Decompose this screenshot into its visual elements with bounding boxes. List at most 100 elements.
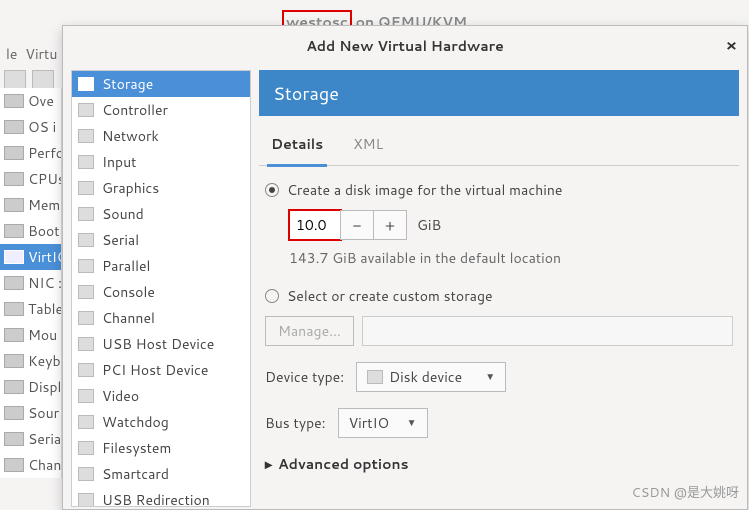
category-icon [78, 129, 94, 143]
category-item[interactable]: Smartcard [72, 461, 250, 487]
category-icon [78, 415, 94, 429]
category-icon [78, 285, 94, 299]
dialog-title: Add New Virtual Hardware [306, 36, 504, 56]
parent-sidebar-item[interactable]: Boot [0, 218, 61, 244]
disk-icon [367, 370, 383, 384]
category-icon [78, 207, 94, 221]
category-item[interactable]: Controller [72, 97, 250, 123]
parent-menubar: le Virtu [0, 42, 63, 66]
parent-sidebar-item[interactable]: Mem [0, 192, 61, 218]
bus-type-label: Bus type: [265, 413, 326, 433]
parent-toolbar [4, 70, 54, 90]
parent-sidebar-item[interactable]: Table [0, 296, 61, 322]
dialog-titlebar: Add New Virtual Hardware × [63, 26, 747, 64]
parent-sidebar-item[interactable]: VirtIO [0, 244, 61, 270]
device-icon [4, 302, 24, 316]
category-item[interactable]: Filesystem [72, 435, 250, 461]
category-item[interactable]: USB Host Device [72, 331, 250, 357]
category-icon [78, 259, 94, 273]
category-item[interactable]: Input [72, 149, 250, 175]
category-item[interactable]: Console [72, 279, 250, 305]
device-icon [4, 458, 24, 472]
custom-storage-label: Select or create custom storage [287, 286, 493, 306]
category-item[interactable]: Sound [72, 201, 250, 227]
category-item[interactable]: Graphics [72, 175, 250, 201]
device-icon [4, 406, 24, 420]
custom-path-field[interactable] [362, 316, 733, 346]
size-unit: GiB [417, 215, 441, 235]
parent-sidebar-item[interactable]: Mou [0, 322, 61, 348]
device-type-label: Device type: [265, 367, 344, 387]
bulb-icon[interactable] [32, 70, 54, 90]
parent-sidebar-item[interactable]: Keyb [0, 348, 61, 374]
manage-button[interactable]: Manage... [265, 316, 354, 346]
parent-sidebar-item[interactable]: Chan [0, 452, 61, 478]
advanced-options-expander[interactable]: ▸ Advanced options [265, 454, 733, 474]
category-item[interactable]: Storage [72, 71, 250, 97]
category-item[interactable]: Watchdog [72, 409, 250, 435]
parent-sidebar-item[interactable]: NIC : [0, 270, 61, 296]
tab-bar: Details XML [259, 126, 739, 166]
category-icon [78, 467, 94, 481]
category-item[interactable]: Video [72, 383, 250, 409]
parent-sidebar-item[interactable]: Perfo [0, 140, 61, 166]
parent-sidebar-item[interactable]: Sour [0, 400, 61, 426]
parent-sidebar: OveOS iPerfoCPUsMemBootVirtIONIC :TableM… [0, 88, 62, 478]
parent-sidebar-item[interactable]: Seria [0, 426, 61, 452]
radio-icon[interactable] [265, 183, 279, 197]
category-icon [78, 155, 94, 169]
category-icon [78, 337, 94, 351]
category-item[interactable]: Network [72, 123, 250, 149]
device-icon [4, 224, 24, 238]
increment-button[interactable]: + [373, 210, 407, 240]
parent-sidebar-item[interactable]: OS i [0, 114, 61, 140]
parent-sidebar-item[interactable]: Ove [0, 88, 61, 114]
storage-form: Create a disk image for the virtual mach… [259, 166, 739, 488]
category-icon [78, 441, 94, 455]
category-icon [78, 363, 94, 377]
category-item[interactable]: Serial [72, 227, 250, 253]
device-icon [4, 172, 24, 186]
category-icon [78, 389, 94, 403]
device-icon [4, 328, 24, 342]
decrement-button[interactable]: − [340, 210, 374, 240]
device-icon [4, 198, 24, 212]
add-hardware-dialog: Add New Virtual Hardware × StorageContro… [62, 25, 748, 510]
bus-type-dropdown[interactable]: VirtIO ▼ [338, 408, 428, 438]
category-item[interactable]: Parallel [72, 253, 250, 279]
category-icon [78, 233, 94, 247]
chevron-down-icon: ▼ [407, 416, 417, 430]
tab-details[interactable]: Details [267, 126, 327, 167]
create-disk-label: Create a disk image for the virtual mach… [287, 180, 562, 200]
device-icon [4, 276, 24, 290]
radio-icon[interactable] [265, 289, 279, 303]
device-icon [4, 120, 24, 134]
category-icon [78, 103, 94, 117]
device-icon [4, 380, 24, 394]
device-icon [4, 354, 24, 368]
custom-storage-option[interactable]: Select or create custom storage [265, 286, 733, 306]
category-item[interactable]: PCI Host Device [72, 357, 250, 383]
device-icon [4, 94, 24, 108]
close-icon[interactable]: × [726, 34, 737, 57]
device-icon [4, 250, 24, 264]
device-icon [4, 146, 24, 160]
category-icon [78, 311, 94, 325]
parent-sidebar-item[interactable]: CPUs [0, 166, 61, 192]
monitor-icon[interactable] [4, 70, 26, 90]
parent-sidebar-item[interactable]: Displ [0, 374, 61, 400]
disk-size-input[interactable] [289, 210, 341, 240]
chevron-right-icon: ▸ [265, 454, 272, 474]
category-icon [78, 493, 94, 507]
tab-xml[interactable]: XML [349, 126, 387, 165]
device-icon [4, 432, 24, 446]
category-icon [78, 181, 94, 195]
category-item[interactable]: Channel [72, 305, 250, 331]
section-header: Storage [259, 70, 739, 116]
category-item[interactable]: USB Redirection [72, 487, 250, 507]
chevron-down-icon: ▼ [485, 370, 495, 384]
hardware-category-list[interactable]: StorageControllerNetworkInputGraphicsSou… [71, 70, 251, 507]
create-disk-option[interactable]: Create a disk image for the virtual mach… [265, 180, 733, 200]
available-space-hint: 143.7 GiB available in the default locat… [289, 248, 733, 268]
device-type-dropdown[interactable]: Disk device ▼ [356, 362, 506, 392]
